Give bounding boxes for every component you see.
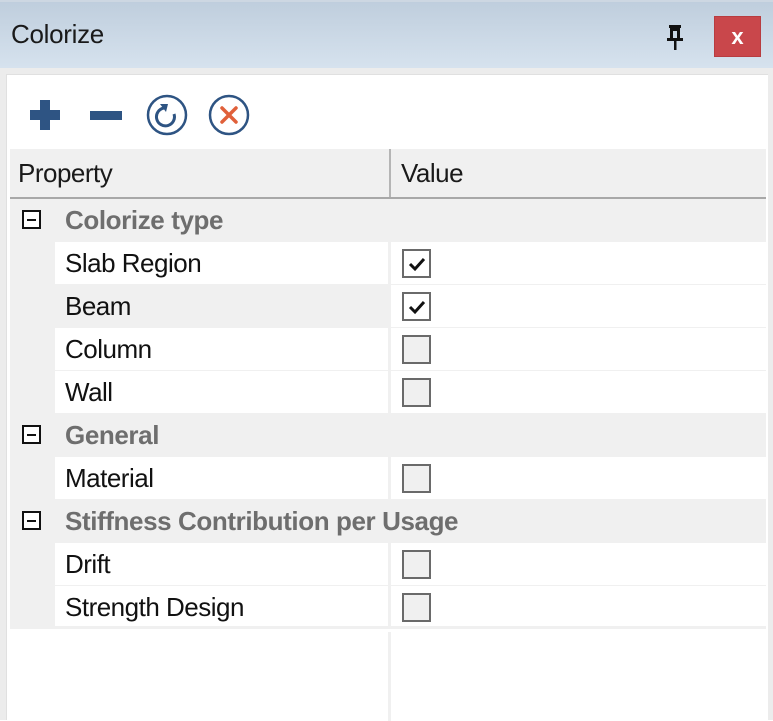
property-name[interactable]: Material bbox=[55, 457, 388, 499]
plus-icon bbox=[30, 100, 60, 130]
collapse-icon[interactable] bbox=[22, 425, 41, 444]
checkbox-column[interactable] bbox=[402, 335, 431, 364]
add-button[interactable] bbox=[23, 93, 67, 137]
category-label: Colorize type bbox=[65, 205, 224, 235]
checkbox-slab-region[interactable] bbox=[402, 249, 431, 278]
refresh-icon bbox=[146, 94, 188, 136]
property-value bbox=[391, 328, 766, 370]
category-row: Colorize type bbox=[10, 199, 766, 242]
row-gutter bbox=[10, 242, 55, 285]
property-value bbox=[391, 586, 766, 628]
property-label: Strength Design bbox=[65, 592, 244, 622]
refresh-button[interactable] bbox=[145, 93, 189, 137]
checkbox-beam[interactable] bbox=[402, 292, 431, 321]
category-row: General bbox=[10, 414, 766, 457]
property-value bbox=[391, 242, 766, 284]
category-label: General bbox=[65, 420, 160, 450]
row-divider bbox=[10, 626, 766, 629]
collapse-icon[interactable] bbox=[22, 511, 41, 530]
grid-header: Property Value bbox=[10, 149, 766, 199]
property-row: Wall bbox=[10, 371, 766, 414]
property-grid: Property Value Colorize type Slab Region bbox=[10, 149, 766, 721]
clear-button[interactable] bbox=[207, 93, 251, 137]
property-label: Material bbox=[65, 463, 154, 493]
property-value bbox=[391, 371, 766, 413]
column-header-property[interactable]: Property bbox=[18, 149, 113, 197]
property-name[interactable]: Slab Region bbox=[55, 242, 388, 284]
property-label: Beam bbox=[65, 291, 131, 321]
row-gutter bbox=[10, 371, 55, 414]
row-gutter bbox=[10, 586, 55, 629]
close-button[interactable]: x bbox=[714, 16, 761, 57]
panel-content: Property Value Colorize type Slab Region bbox=[6, 74, 768, 721]
row-gutter bbox=[10, 457, 55, 500]
row-gutter bbox=[10, 543, 55, 586]
property-value bbox=[391, 457, 766, 499]
column-divider bbox=[388, 632, 391, 721]
category-label: Stiffness Contribution per Usage bbox=[65, 506, 459, 536]
property-name[interactable]: Strength Design bbox=[55, 586, 388, 628]
checkmark-icon bbox=[408, 257, 426, 272]
checkbox-wall[interactable] bbox=[402, 378, 431, 407]
remove-button[interactable] bbox=[84, 93, 128, 137]
column-header-value[interactable]: Value bbox=[401, 149, 464, 197]
row-gutter bbox=[10, 285, 55, 328]
property-row: Material bbox=[10, 457, 766, 500]
property-label: Slab Region bbox=[65, 248, 202, 278]
title-bar: Colorize x bbox=[0, 0, 773, 68]
property-row: Column bbox=[10, 328, 766, 371]
row-gutter bbox=[10, 328, 55, 371]
toolbar bbox=[7, 75, 768, 149]
minus-icon bbox=[90, 111, 122, 120]
property-row: Strength Design bbox=[10, 586, 766, 629]
property-value bbox=[391, 543, 766, 585]
property-label: Drift bbox=[65, 549, 111, 579]
checkbox-strength-design[interactable] bbox=[402, 593, 431, 622]
property-value bbox=[391, 285, 766, 327]
property-name[interactable]: Drift bbox=[55, 543, 388, 585]
collapse-icon[interactable] bbox=[22, 210, 41, 229]
property-name[interactable]: Column bbox=[55, 328, 388, 370]
property-name[interactable]: Wall bbox=[55, 371, 388, 413]
pin-button[interactable] bbox=[660, 20, 690, 54]
checkbox-material[interactable] bbox=[402, 464, 431, 493]
window-title: Colorize bbox=[11, 19, 104, 49]
property-label: Column bbox=[65, 334, 152, 364]
column-resize-handle[interactable] bbox=[389, 149, 391, 197]
checkmark-icon bbox=[408, 300, 426, 315]
property-label: Wall bbox=[65, 377, 113, 407]
colorize-panel: Property Value Colorize type Slab Region bbox=[0, 68, 773, 721]
checkbox-drift[interactable] bbox=[402, 550, 431, 579]
pin-icon bbox=[667, 25, 683, 50]
property-row: Drift bbox=[10, 543, 766, 586]
property-name[interactable]: Beam bbox=[55, 285, 388, 327]
property-row: Beam bbox=[10, 285, 766, 328]
close-icon: x bbox=[731, 23, 744, 49]
property-row: Slab Region bbox=[10, 242, 766, 285]
clear-icon bbox=[208, 94, 250, 136]
category-row: Stiffness Contribution per Usage bbox=[10, 500, 766, 543]
